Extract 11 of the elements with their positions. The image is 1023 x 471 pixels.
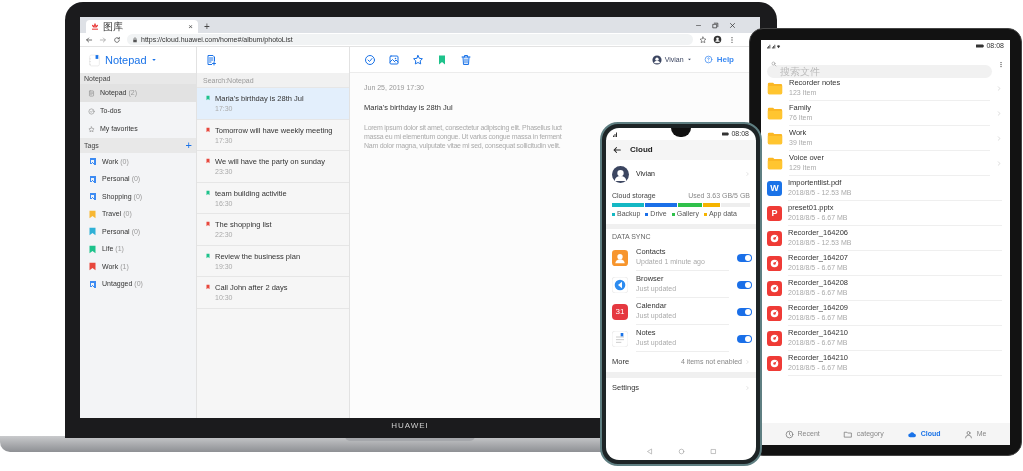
- slides-file-icon: P: [767, 206, 782, 221]
- calendar-app-icon: 31: [612, 303, 628, 320]
- new-tab-button[interactable]: +: [204, 20, 210, 33]
- add-tag-button[interactable]: +: [185, 140, 192, 151]
- tab-close-button[interactable]: ×: [188, 22, 193, 31]
- browser-tab[interactable]: 图库 ×: [86, 20, 198, 33]
- brand-label: HUAWEI: [390, 421, 430, 431]
- tab-title: 图库: [103, 21, 124, 32]
- doc-file-icon: W: [767, 181, 782, 196]
- app-title[interactable]: Notepad: [105, 54, 147, 66]
- screen-title: Cloud: [630, 145, 653, 155]
